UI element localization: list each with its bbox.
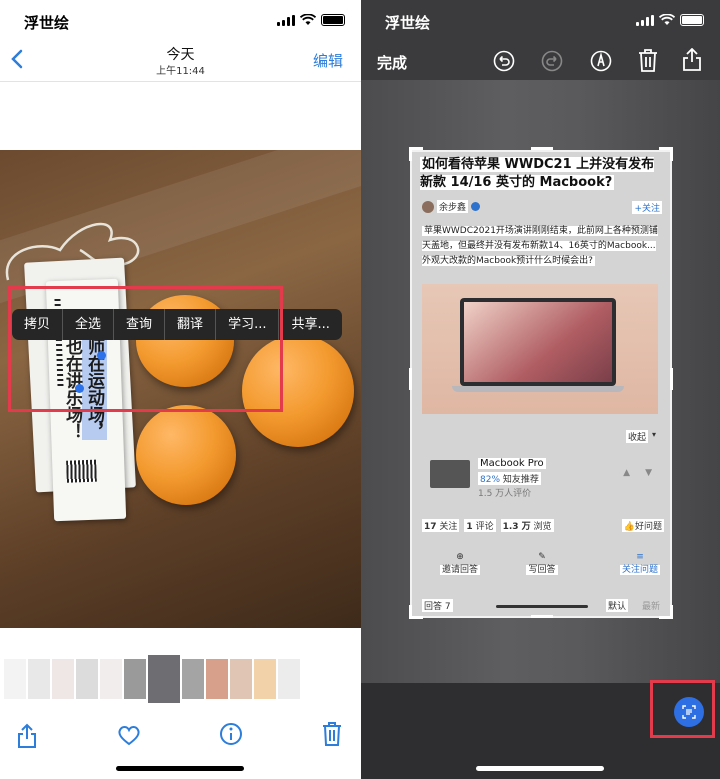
crop-handle-bottom[interactable] (531, 615, 553, 618)
nav-subtitle: 上午11:44 (156, 66, 205, 77)
write-answer-button[interactable]: ✎ 写回答 (524, 552, 560, 575)
screen: 浮世绘 今天 上午11:44 编辑 师在运动场， 也在讲乐场！ 拷贝 全选 查询… (0, 0, 720, 779)
thumbs-up-icon[interactable]: ▲ (623, 468, 630, 478)
action-row: ⊕ 邀请回答 ✎ 写回答 ≡ 关注问题 (412, 552, 670, 582)
invite-answer-button[interactable]: ⊕ 邀请回答 (440, 552, 481, 575)
status-app-name-right: 浮世绘 (385, 14, 431, 32)
highlight-box-scan (650, 680, 715, 738)
author-row: 余步鑫 (422, 200, 481, 213)
follow-question-button[interactable]: ≡ 关注问题 (620, 552, 661, 575)
wifi-icon (659, 14, 675, 25)
undo-icon[interactable] (493, 50, 515, 72)
follow-button[interactable]: +关注 (632, 201, 662, 214)
good-question-button[interactable]: 👍好问题 (621, 519, 664, 532)
answer-count: 回答 7 (422, 599, 453, 612)
markup-panel: 浮世绘 完成 如何看待苹果 WWDC21 上并没有发布新款 14/16 英寸的 … (361, 0, 720, 779)
trash-icon[interactable] (638, 49, 658, 73)
apricot-3 (136, 405, 236, 505)
status-bar: 浮世绘 (0, 0, 361, 40)
photos-panel: 浮世绘 今天 上午11:44 编辑 师在运动场， 也在讲乐场！ 拷贝 全选 查询… (0, 0, 361, 779)
product-recommend: 82% 知友推荐 (478, 472, 541, 485)
screenshot-document: 如何看待苹果 WWDC21 上并没有发布新款 14/16 英寸的 Macbook… (412, 152, 670, 616)
author-name: 余步鑫 (437, 200, 469, 213)
info-icon[interactable] (219, 722, 243, 746)
thumbnail-strip[interactable] (0, 655, 361, 703)
nav-title: 今天 (166, 47, 195, 63)
crop-corner-tr[interactable] (659, 147, 673, 161)
signal-icon (636, 14, 654, 26)
done-button[interactable]: 完成 (377, 52, 407, 73)
crop-handle-top[interactable] (531, 147, 553, 150)
scroll-indicator (496, 605, 588, 608)
crop-handle-right[interactable] (670, 368, 673, 390)
product-name: Macbook Pro (478, 458, 546, 469)
sort-default[interactable]: 默认 (605, 599, 628, 612)
product-thumb (430, 460, 470, 488)
thumbs-down-icon[interactable]: ▼ (645, 468, 652, 478)
markup-pen-icon[interactable] (590, 50, 612, 72)
signal-icon (277, 14, 295, 26)
status-bar-right: 浮世绘 (361, 0, 720, 40)
photo-nav-bar: 今天 上午11:44 编辑 (0, 40, 361, 82)
sort-newest[interactable]: 最新 (642, 599, 660, 612)
home-indicator (116, 766, 244, 771)
battery-icon (680, 14, 704, 26)
wifi-icon (300, 14, 316, 25)
collapse-toggle[interactable]: 收起 (625, 430, 648, 443)
heart-icon[interactable] (117, 724, 141, 746)
crop-corner-tl[interactable] (409, 147, 423, 161)
crop-corner-br[interactable] (659, 605, 673, 619)
markup-toolbar: 完成 (361, 40, 720, 80)
avatar (422, 200, 434, 213)
menu-share[interactable]: 共享... (279, 309, 341, 340)
share-icon[interactable] (682, 48, 702, 72)
question-title: 如何看待苹果 WWDC21 上并没有发布新款 14/16 英寸的 Macbook… (420, 157, 655, 190)
question-body: 苹果WWDC2021开场演讲刚刚结束，此前网上各种预测铺天盖地，但最终并没有发布… (422, 226, 658, 266)
product-card[interactable]: Macbook Pro 82% 知友推荐 1.5 万人评价 ▲ ▼ (422, 452, 660, 502)
highlight-box-menu (8, 286, 283, 412)
crop-corner-bl[interactable] (409, 605, 423, 619)
home-indicator (476, 766, 604, 771)
chevron-down-icon: ▾ (651, 430, 656, 439)
crop-handle-left[interactable] (409, 368, 412, 390)
stats-row: 17 关注 1 评论 1.3 万 浏览 (422, 519, 554, 532)
verified-icon (471, 202, 481, 211)
status-app-name: 浮世绘 (24, 14, 70, 32)
photo-toolbar (0, 715, 361, 755)
edit-button[interactable]: 编辑 (313, 50, 343, 71)
redo-icon[interactable] (541, 50, 563, 72)
product-reviews: 1.5 万人评价 (478, 489, 532, 499)
share-icon[interactable] (16, 723, 38, 749)
battery-icon (321, 14, 345, 26)
laptop-image (422, 284, 658, 414)
trash-icon[interactable] (321, 721, 343, 747)
